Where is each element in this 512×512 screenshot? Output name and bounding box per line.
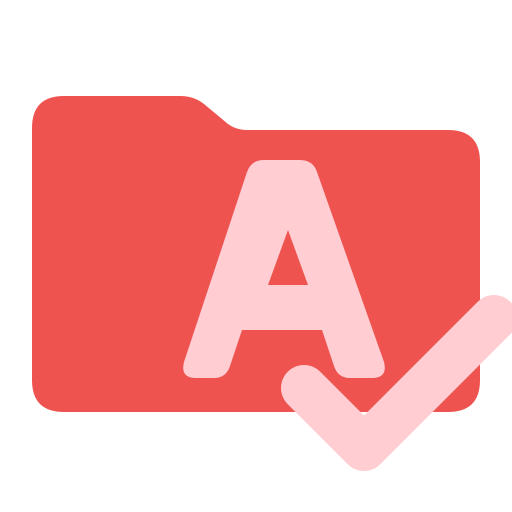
icon-canvas <box>32 96 512 471</box>
folder-a-check-icon <box>0 0 512 512</box>
